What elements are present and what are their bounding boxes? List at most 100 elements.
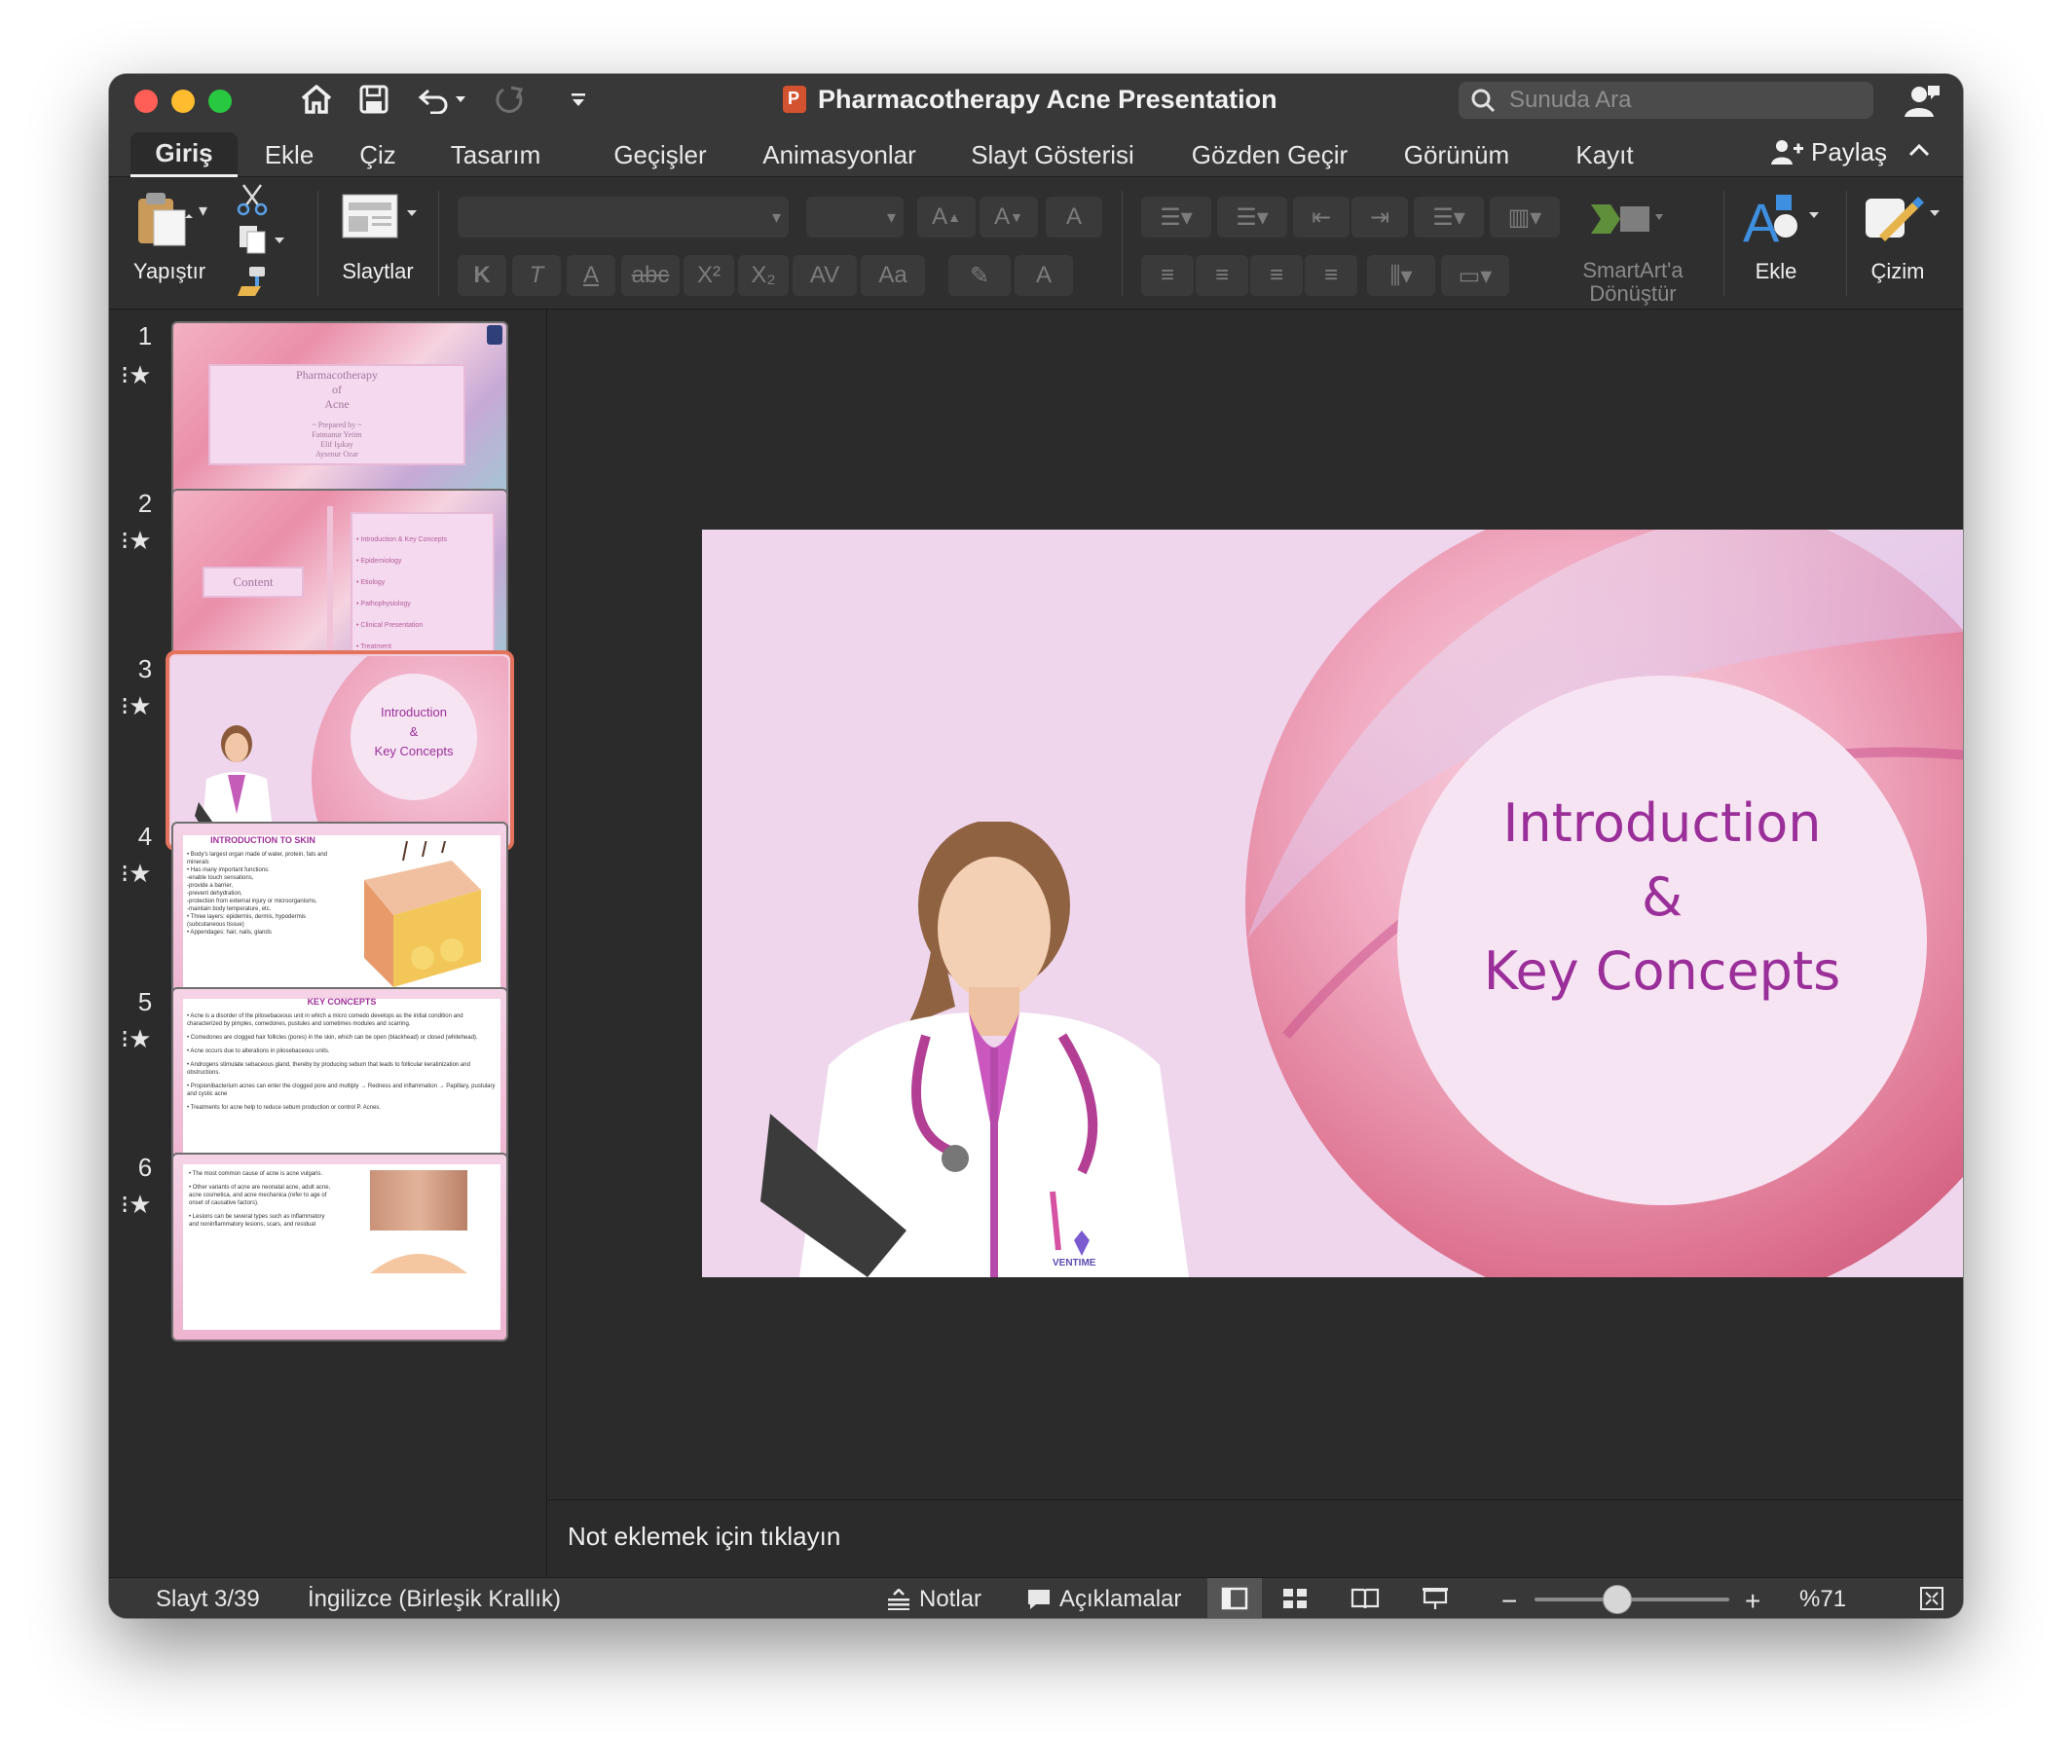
fit-to-window-button[interactable] xyxy=(1905,1578,1959,1618)
normal-view-button[interactable] xyxy=(1207,1578,1262,1618)
copy-icon[interactable] xyxy=(236,222,284,255)
zoom-out-button[interactable]: − xyxy=(1501,1586,1517,1617)
justify-button[interactable]: ≡ xyxy=(1305,255,1357,296)
superscript-button[interactable]: X² xyxy=(684,255,734,296)
comments-toggle[interactable]: Açıklamalar xyxy=(1026,1586,1181,1613)
slide-thumbnail-2[interactable]: Content • Introduction & Key Concepts • … xyxy=(171,489,508,678)
thumb5-line: • Treatments for acne help to reduce seb… xyxy=(187,1105,382,1111)
maximize-window-button[interactable] xyxy=(208,90,232,113)
redo-icon[interactable] xyxy=(489,80,532,119)
notes-pane[interactable]: Not eklemek için tıklayın xyxy=(548,1499,1963,1577)
tab-ekle[interactable]: Ekle xyxy=(245,132,333,177)
paste-icon[interactable] xyxy=(132,189,193,249)
font-size-select[interactable]: ▾ xyxy=(806,197,904,238)
paste-label: Yapıştır xyxy=(132,259,206,283)
paste-dropdown-icon[interactable]: ▾ xyxy=(199,201,207,221)
align-left-button[interactable]: ≡ xyxy=(1141,255,1194,296)
decrease-indent-button[interactable]: ⇤ xyxy=(1293,197,1350,238)
thumb6-line: • Lesions can be several types such as i… xyxy=(189,1214,325,1228)
minimize-window-button[interactable] xyxy=(171,90,195,113)
slideshow-button[interactable] xyxy=(1408,1578,1462,1618)
slideshow-icon xyxy=(1423,1588,1448,1609)
smartart-label: SmartArt'a Dönüştür xyxy=(1560,259,1706,306)
close-window-button[interactable] xyxy=(134,90,158,113)
home-icon[interactable] xyxy=(294,80,339,119)
save-icon[interactable] xyxy=(352,80,395,119)
account-icon[interactable] xyxy=(1903,82,1942,121)
slide-title-line-1[interactable]: Introduction xyxy=(1397,792,1927,854)
format-painter-icon[interactable] xyxy=(236,265,269,298)
language-indicator[interactable]: İngilizce (Birleşik Krallık) xyxy=(308,1586,561,1613)
search-box[interactable] xyxy=(1459,82,1873,119)
text-direction-button[interactable]: ⫼▾ xyxy=(1367,255,1435,296)
share-button[interactable]: Paylaş xyxy=(1770,132,1887,171)
font-color-button[interactable]: A xyxy=(1015,255,1073,296)
undo-icon[interactable] xyxy=(415,80,473,119)
tab-animasyonlar[interactable]: Animasyonlar xyxy=(744,132,935,177)
customize-toolbar-icon[interactable] xyxy=(559,80,598,119)
zoom-level[interactable]: %71 xyxy=(1799,1586,1846,1613)
align-text-button[interactable]: ▭▾ xyxy=(1441,255,1509,296)
drawing-icon[interactable] xyxy=(1862,189,1945,249)
reading-view-button[interactable] xyxy=(1338,1578,1392,1618)
bold-button[interactable]: K xyxy=(458,255,506,296)
thumb3-title-line: Introduction xyxy=(381,705,447,719)
numbering-button[interactable]: ☰▾ xyxy=(1217,197,1287,238)
strikethrough-button[interactable]: abc xyxy=(621,255,680,296)
increase-indent-button[interactable]: ⇥ xyxy=(1351,197,1408,238)
current-slide[interactable]: Introduction & Key Concepts VENTIME xyxy=(702,530,1963,1277)
highlight-color-button[interactable]: ✎ xyxy=(948,255,1011,296)
columns-button[interactable]: ▥▾ xyxy=(1490,197,1560,238)
italic-button[interactable]: T xyxy=(512,255,561,296)
search-input[interactable] xyxy=(1509,87,1840,114)
align-center-button[interactable]: ≡ xyxy=(1196,255,1248,296)
slide-thumbnail-5[interactable]: KEY CONCEPTS • Acne is a disorder of the… xyxy=(171,987,508,1176)
tab-slayt-gosterisi[interactable]: Slayt Gösterisi xyxy=(948,132,1157,177)
slide-sorter-button[interactable] xyxy=(1268,1578,1322,1618)
bullets-button[interactable]: ☰▾ xyxy=(1141,197,1211,238)
decrease-font-button[interactable]: A ▼ xyxy=(980,197,1038,238)
tab-gorunum[interactable]: Görünüm xyxy=(1375,132,1538,177)
thumb3-title-line: & xyxy=(409,724,419,739)
character-spacing-button[interactable]: AV xyxy=(793,255,857,296)
line-spacing-button[interactable]: ☰▾ xyxy=(1414,197,1484,238)
slide-thumbnail-4[interactable]: INTRODUCTION TO SKIN • Body's largest or… xyxy=(171,822,508,1011)
align-right-button[interactable]: ≡ xyxy=(1250,255,1303,296)
underline-button[interactable]: A xyxy=(567,255,615,296)
slide-editor[interactable]: Introduction & Key Concepts VENTIME xyxy=(548,310,1963,1499)
slide-thumbnail-1[interactable]: Pharmacotherapy of Acne ~ Prepared by ~ … xyxy=(171,321,508,510)
notes-toggle[interactable]: Notlar xyxy=(886,1586,981,1613)
collapse-ribbon-icon[interactable] xyxy=(1905,130,1934,169)
slide-title-line-2[interactable]: & xyxy=(1397,866,1927,928)
subscript-button[interactable]: X₂ xyxy=(738,255,789,296)
clear-formatting-button[interactable]: A xyxy=(1046,197,1102,238)
slide-title-line-3[interactable]: Key Concepts xyxy=(1397,940,1927,1002)
increase-font-button[interactable]: A ▲ xyxy=(917,197,976,238)
new-slide-icon[interactable] xyxy=(341,191,419,245)
insert-shapes-icon[interactable]: A xyxy=(1741,189,1825,253)
slide-number: 3 xyxy=(137,654,153,683)
cut-icon[interactable] xyxy=(236,183,269,216)
insert-label: Ekle xyxy=(1755,259,1797,283)
tab-gecisler[interactable]: Geçişler xyxy=(580,132,740,177)
ribbon-separator xyxy=(1723,191,1724,296)
doctor-image[interactable]: VENTIME xyxy=(760,820,1228,1277)
slide-thumbnail-6[interactable]: • The most common cause of acne is acne … xyxy=(171,1153,508,1341)
tab-gozden-gecir[interactable]: Gözden Geçir xyxy=(1172,132,1367,177)
notes-placeholder[interactable]: Not eklemek için tıklayın xyxy=(568,1522,840,1552)
tab-kayit[interactable]: Kayıt xyxy=(1548,132,1661,177)
animation-star-icon: ⁝★ xyxy=(121,859,152,888)
zoom-in-button[interactable]: + xyxy=(1745,1586,1760,1617)
font-name-select[interactable]: ▾ xyxy=(458,197,789,238)
zoom-slider-thumb[interactable] xyxy=(1603,1585,1632,1614)
thumb3-title-line: Key Concepts xyxy=(374,744,454,758)
thumb2-item-text: Etiology xyxy=(360,579,386,586)
powerpoint-window: Pharmacotherapy Acne Presentation Giriş … xyxy=(109,74,1963,1618)
add-person-icon xyxy=(1771,140,1803,165)
tab-giris[interactable]: Giriş xyxy=(130,132,238,177)
smartart-icon[interactable] xyxy=(1587,195,1665,243)
change-case-button[interactable]: Aa xyxy=(861,255,925,296)
tab-ciz[interactable]: Çiz xyxy=(339,132,417,177)
tab-tasarim[interactable]: Tasarım xyxy=(423,132,569,177)
zoom-slider-track[interactable] xyxy=(1535,1598,1729,1601)
